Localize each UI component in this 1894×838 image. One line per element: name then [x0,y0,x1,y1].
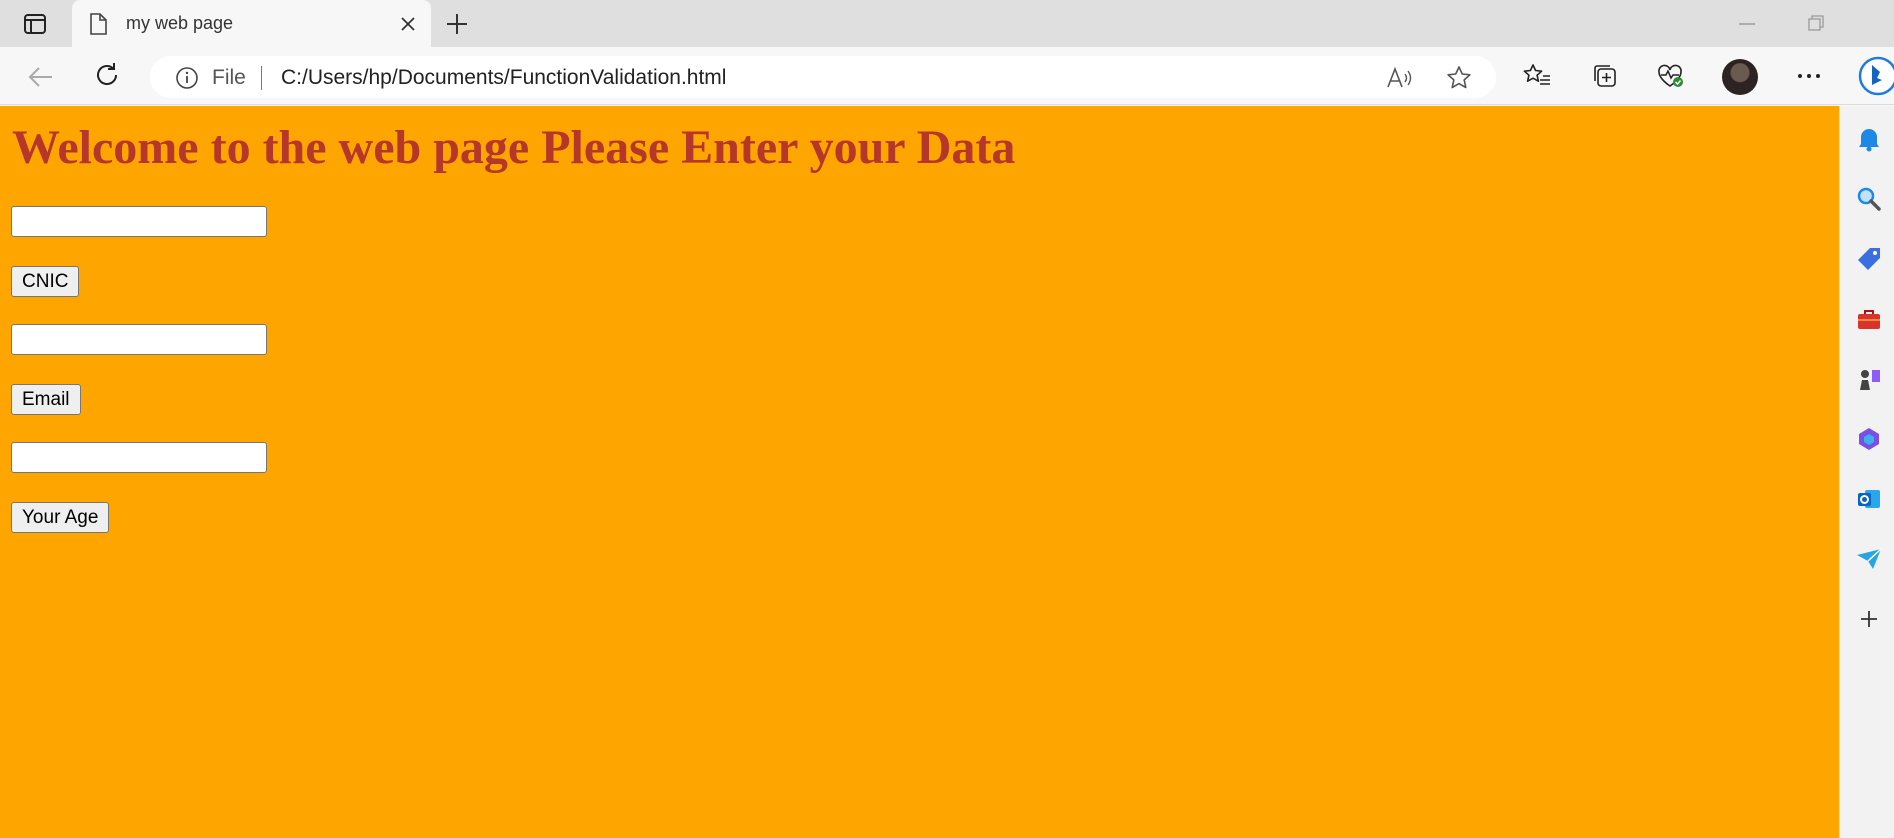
email-button[interactable]: Email [11,384,81,415]
microsoft365-icon [1859,428,1879,450]
info-icon[interactable] [175,66,199,90]
new-tab-button[interactable] [443,10,471,38]
back-arrow-icon[interactable] [26,62,56,92]
tools-icon [1858,310,1880,329]
collections-icon [1594,65,1616,87]
browser-essentials-button[interactable] [1655,61,1685,91]
tab-actions-icon [24,14,46,34]
shopping-tag-icon [1858,248,1880,270]
outlook-icon [1858,490,1880,508]
games-button[interactable] [1854,364,1884,394]
plus-icon [447,14,467,34]
tab-active[interactable]: my web page [72,0,431,48]
profile-avatar[interactable] [1722,59,1758,95]
address-separator [261,66,262,90]
minimize-icon[interactable] [1735,14,1759,34]
bell-icon [1859,129,1879,152]
search-sidebar-button[interactable] [1854,184,1884,214]
page-icon [90,13,107,35]
tab-close-button[interactable] [397,13,419,35]
page-viewport: Welcome to the web page Please Enter you… [0,106,1839,838]
favorites-icon [1523,64,1550,85]
shopping-button[interactable] [1854,244,1884,274]
more-button[interactable] [1794,61,1824,91]
outlook-button[interactable] [1854,484,1884,514]
scheme-label: File [212,66,246,89]
add-sidebar-app-button[interactable] [1854,604,1884,634]
cnic-button[interactable]: CNIC [11,266,80,297]
tab-title: my web page [126,13,234,33]
page-heading: Welcome to the web page Please Enter you… [12,121,1016,174]
cnic-input[interactable] [11,206,267,237]
tab-actions-button[interactable] [18,11,52,37]
tab-strip: my web page [0,0,1894,48]
reload-icon[interactable] [92,60,122,90]
url-text[interactable]: C:/Users/hp/Documents/FunctionValidation… [281,66,726,90]
age-button[interactable]: Your Age [11,502,110,533]
add-icon [1861,611,1877,627]
favorites-button[interactable] [1522,61,1552,91]
tools-button[interactable] [1854,304,1884,334]
age-input[interactable] [11,442,267,473]
read-aloud-icon[interactable] [1386,66,1414,90]
more-icon [1798,74,1820,78]
email-input[interactable] [11,324,267,355]
collections-button[interactable] [1590,61,1620,91]
games-icon [1860,370,1880,390]
search-icon [1857,187,1881,211]
close-icon [401,17,415,31]
drop-icon [1857,548,1882,569]
edge-sidebar [1839,106,1894,838]
browser-toolbar: File C:/Users/hp/Documents/FunctionValid… [0,48,1894,105]
drop-button[interactable] [1854,544,1884,574]
bing-chat-icon[interactable] [1856,56,1894,98]
star-icon[interactable] [1446,65,1472,91]
address-bar[interactable]: File C:/Users/hp/Documents/FunctionValid… [150,56,1496,98]
microsoft365-button[interactable] [1854,424,1884,454]
notifications-button[interactable] [1854,124,1884,154]
browser-essentials-icon [1658,64,1683,87]
restore-icon[interactable] [1806,13,1826,33]
